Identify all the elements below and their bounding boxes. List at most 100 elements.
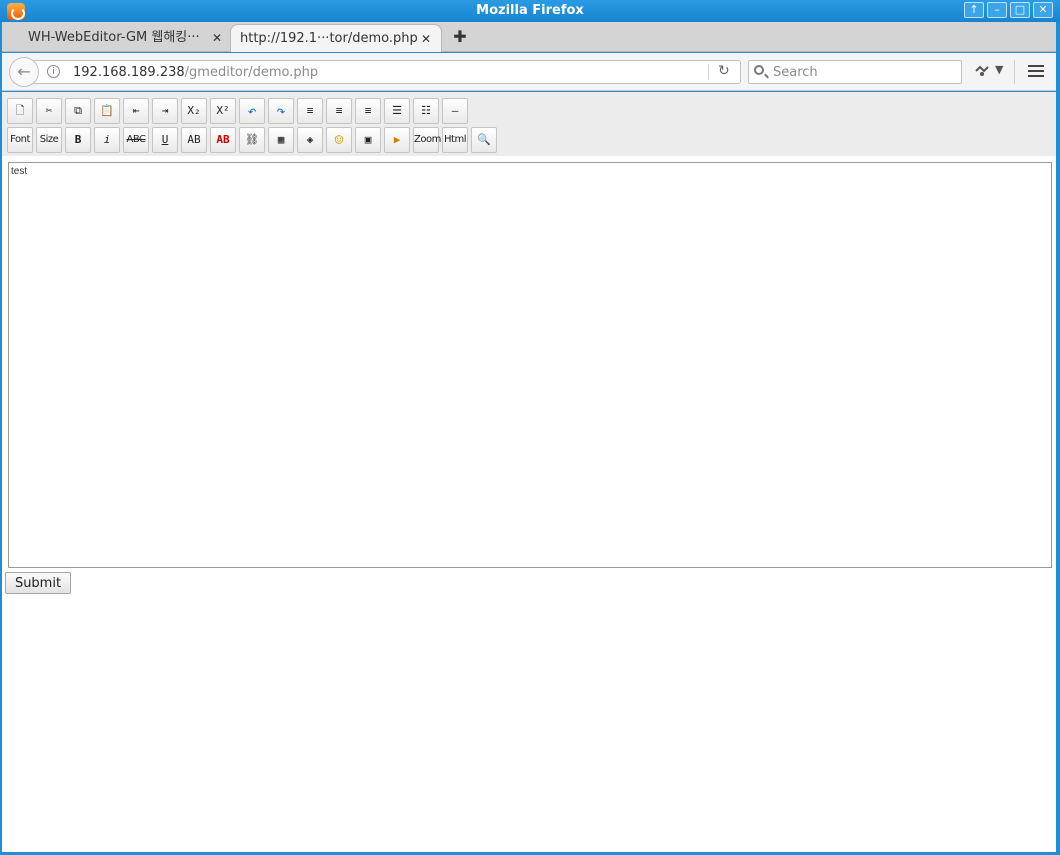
font-button[interactable]: Font xyxy=(7,127,33,153)
zoom-icon: Zoom xyxy=(414,134,441,145)
paste-button[interactable]: 📋 xyxy=(94,98,120,124)
spellcheck-button[interactable]: AB xyxy=(181,127,207,153)
image-button[interactable]: ▣ xyxy=(355,127,381,153)
browser-window: Mozilla Firefox ↑ – □ ✕ WH-WebEditor-GM … xyxy=(0,0,1060,855)
url-path: /gmeditor/demo.php xyxy=(184,65,319,80)
minimize-button[interactable]: – xyxy=(987,2,1007,18)
reload-icon[interactable]: ↻ xyxy=(718,63,730,79)
ordered-list-icon: ☰ xyxy=(392,104,402,117)
tab-webeditor[interactable]: WH-WebEditor-GM 웹해킹··· ✕ xyxy=(10,24,232,52)
keep-above-button[interactable]: ↑ xyxy=(964,2,984,18)
horizontal-rule-button[interactable]: — xyxy=(442,98,468,124)
cut-button[interactable]: ✂ xyxy=(36,98,62,124)
superscript-button[interactable]: X² xyxy=(210,98,236,124)
hamburger-menu-icon[interactable] xyxy=(1028,65,1044,78)
strikethrough-button[interactable]: ABC xyxy=(123,127,149,153)
link-button[interactable]: ⛓ xyxy=(239,127,265,153)
indent-button[interactable]: ⇥ xyxy=(152,98,178,124)
spellcheck-red-icon: AB xyxy=(216,133,230,146)
table-button[interactable]: ▦ xyxy=(268,127,294,153)
divider xyxy=(708,64,709,80)
spellcheck-red-button[interactable]: AB xyxy=(210,127,236,153)
media-button[interactable]: ▶ xyxy=(384,127,410,153)
align-left-button[interactable]: ≡ xyxy=(297,98,323,124)
emoticon-icon: ☺ xyxy=(334,131,344,149)
align-left-icon: ≡ xyxy=(306,104,314,117)
search-input[interactable]: Search xyxy=(748,60,962,84)
outdent-button[interactable]: ⇤ xyxy=(123,98,149,124)
url-bar[interactable]: i 192.168.189.238/gmeditor/demo.php ↻ xyxy=(24,60,741,84)
url-text[interactable]: 192.168.189.238/gmeditor/demo.php xyxy=(73,65,318,80)
font-icon: Font xyxy=(10,134,30,145)
media-icon: ▶ xyxy=(393,133,401,146)
unordered-list-button[interactable]: ☷ xyxy=(413,98,439,124)
cut-icon: ✂ xyxy=(45,104,53,117)
image-icon: ▣ xyxy=(364,133,372,146)
tab-label: http://192.1···tor/demo.php xyxy=(240,31,418,46)
subscript-icon: X₂ xyxy=(187,104,201,117)
align-center-icon: ≡ xyxy=(335,104,343,117)
superscript-icon: X² xyxy=(216,104,230,117)
underline-icon: U xyxy=(161,133,169,146)
italic-button[interactable]: i xyxy=(94,127,120,153)
html-button[interactable]: Html xyxy=(442,127,468,153)
extension-dropdown-icon[interactable]: ▼ xyxy=(995,63,1003,76)
close-tab-icon[interactable]: ✕ xyxy=(212,24,222,52)
redo-button[interactable]: ↷ xyxy=(268,98,294,124)
nav-bar: i 192.168.189.238/gmeditor/demo.php ↻ ← … xyxy=(2,53,1056,91)
align-center-button[interactable]: ≡ xyxy=(326,98,352,124)
special-button[interactable]: ◈ xyxy=(297,127,323,153)
outdent-icon: ⇤ xyxy=(132,104,140,117)
strikethrough-icon: ABC xyxy=(126,134,146,145)
back-button[interactable]: ← xyxy=(9,57,39,87)
subscript-button[interactable]: X₂ xyxy=(181,98,207,124)
align-right-button[interactable]: ≡ xyxy=(355,98,381,124)
new-doc-button[interactable]: 🗋 xyxy=(7,98,33,124)
emoticon-button[interactable]: ☺ xyxy=(326,127,352,153)
search-placeholder: Search xyxy=(773,65,818,80)
link-icon: ⛓ xyxy=(245,133,259,146)
tab-demo[interactable]: http://192.1···tor/demo.php ✕ xyxy=(230,24,442,52)
underline-button[interactable]: U xyxy=(152,127,178,153)
copy-button[interactable]: ⧉ xyxy=(65,98,91,124)
new-doc-icon: 🗋 xyxy=(15,104,25,117)
close-window-button[interactable]: ✕ xyxy=(1033,2,1053,18)
html-icon: Html xyxy=(444,134,466,145)
preview-button[interactable]: 🔍 xyxy=(471,127,497,153)
table-icon: ▦ xyxy=(277,133,285,146)
size-button[interactable]: Size xyxy=(36,127,62,153)
url-host: 192.168.189.238 xyxy=(73,65,185,80)
align-right-icon: ≡ xyxy=(364,104,372,117)
tab-label: WH-WebEditor-GM 웹해킹··· xyxy=(28,30,200,45)
close-tab-icon[interactable]: ✕ xyxy=(421,25,431,53)
info-icon[interactable]: i xyxy=(47,65,60,78)
undo-button[interactable]: ↶ xyxy=(239,98,265,124)
special-icon: ◈ xyxy=(306,133,314,146)
window-title: Mozilla Firefox xyxy=(476,3,584,18)
size-icon: Size xyxy=(39,134,59,145)
italic-icon: i xyxy=(103,133,111,146)
extension-icon[interactable] xyxy=(975,65,989,77)
new-tab-button[interactable]: ✚ xyxy=(450,26,470,48)
paste-icon: 📋 xyxy=(100,104,114,117)
ordered-list-button[interactable]: ☰ xyxy=(384,98,410,124)
preview-icon: 🔍 xyxy=(477,133,491,146)
bold-button[interactable]: B xyxy=(65,127,91,153)
tab-strip: WH-WebEditor-GM 웹해킹··· ✕ http://192.1···… xyxy=(2,22,1056,52)
horizontal-rule-icon: — xyxy=(451,104,459,117)
search-icon xyxy=(754,65,764,75)
indent-icon: ⇥ xyxy=(161,104,169,117)
spellcheck-icon: AB xyxy=(187,133,201,146)
editor-toolbar: 🗋 ✂ ⧉ 📋 ⇤ ⇥ X₂ X² ↶ ↷ ≡ ≡ ≡ ☰ ☷ — Font Size Bi ABC U AB AB ⛓ ▦ ◈… xyxy=(2,92,1056,156)
redo-icon: ↷ xyxy=(276,102,286,120)
maximize-button[interactable]: □ xyxy=(1010,2,1030,18)
editor-area[interactable]: test xyxy=(8,162,1052,568)
undo-icon: ↶ xyxy=(247,102,257,120)
submit-button[interactable]: Submit xyxy=(5,572,71,594)
bold-icon: B xyxy=(74,133,82,146)
unordered-list-icon: ☷ xyxy=(421,104,431,117)
divider xyxy=(1014,60,1015,84)
title-bar: Mozilla Firefox ↑ – □ ✕ xyxy=(0,0,1060,22)
editor-content[interactable]: test xyxy=(11,166,27,177)
zoom-button[interactable]: Zoom xyxy=(413,127,441,153)
